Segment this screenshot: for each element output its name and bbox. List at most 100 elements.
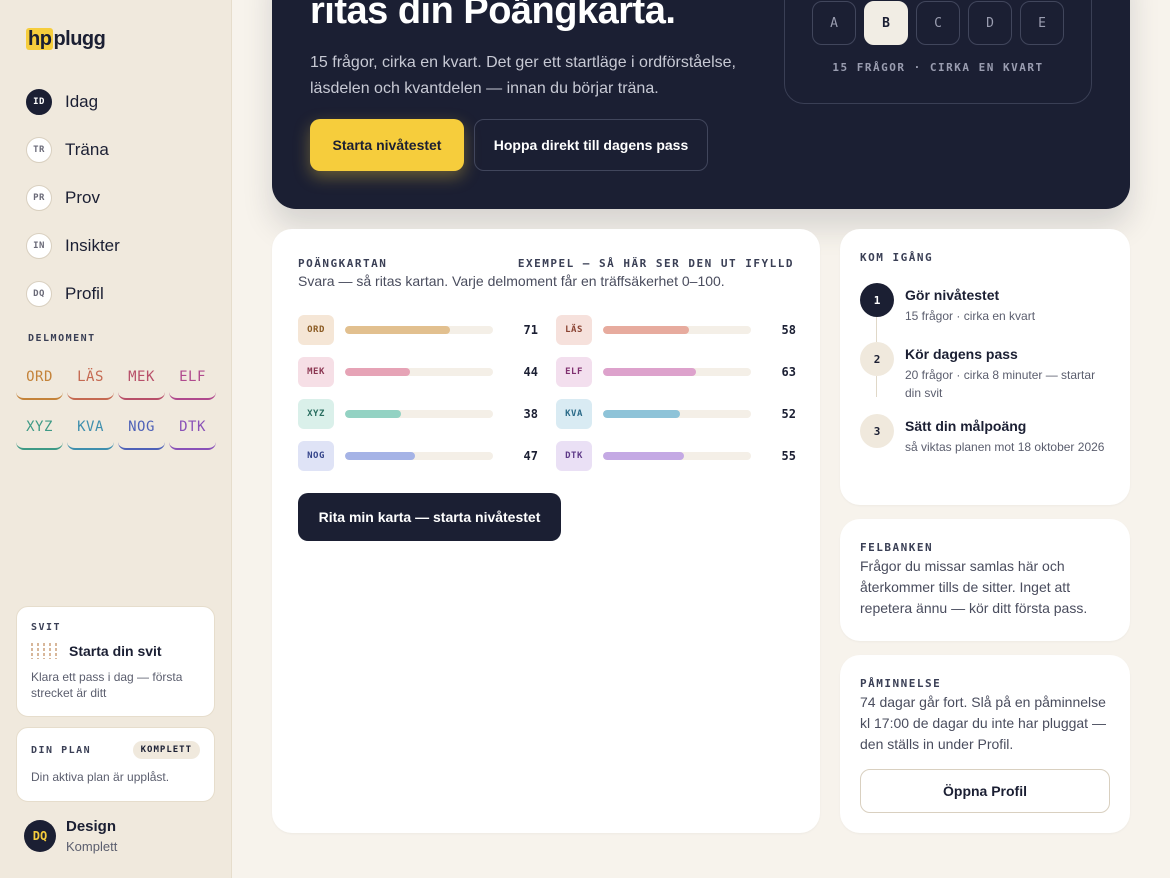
delmoment-chip-dtk[interactable]: DTK [169, 406, 216, 450]
streak-desc: Klara ett pass i dag — första strecket ä… [31, 670, 183, 700]
nav-label: Träna [65, 140, 109, 159]
steps-list: 1 Gör nivåtestet 15 frågor · cirka en kv… [860, 283, 1110, 456]
score-row: KVA 52 [556, 399, 796, 429]
score-map-description: Svara — så ritas kartan. Varje delmoment… [298, 273, 725, 289]
delmoment-chip-mek[interactable]: MEK [118, 356, 165, 400]
step-title: Gör nivåtestet [905, 287, 1000, 303]
step-item[interactable]: 3 Sätt din målpoäng så viktas planen mot… [860, 414, 1110, 456]
score-tag: NOG [298, 441, 334, 471]
delmoment-chips: ORD LÄS MEK ELF XYZ KVA NOG DTK [16, 356, 216, 450]
answer-option-b[interactable]: B [864, 1, 908, 45]
mistake-bank-text: Frågor du missar samlas här och återkomm… [860, 558, 1088, 616]
score-value: 44 [523, 365, 538, 379]
hero-description: 15 frågor, cirka en kvart. Det ger ett s… [310, 54, 736, 97]
user-profile[interactable]: DQ Design Komplett [24, 818, 117, 854]
score-bar-fill [603, 452, 685, 460]
score-row: LÄS 58 [556, 315, 796, 345]
streak-title: Starta din svit [69, 643, 162, 659]
answer-option-a[interactable]: A [812, 1, 856, 45]
score-tag: DTK [556, 441, 592, 471]
hero-title: ritas din Poängkarta. [310, 0, 676, 32]
get-started-kicker: KOM IGÅNG [860, 251, 934, 264]
nav-label: Idag [65, 92, 99, 111]
nav-badge-icon: ID [26, 89, 52, 115]
nav-badge-icon: DQ [26, 281, 52, 307]
start-level-test-button[interactable]: Starta nivåtestet [310, 119, 464, 171]
step-title: Kör dagens pass [905, 346, 1018, 362]
mistake-bank-kicker: FELBANKEN [860, 541, 934, 554]
score-bar-track [603, 326, 751, 334]
nav-badge-icon: TR [26, 137, 52, 163]
score-bar-fill [603, 410, 680, 418]
score-value: 63 [781, 365, 796, 379]
score-bar-fill [345, 326, 451, 334]
plan-kicker: DIN PLAN [31, 744, 92, 756]
step-number: 2 [860, 342, 894, 376]
nav-item-prov[interactable]: PR Prov [26, 174, 120, 222]
streak-ticks-icon [31, 643, 57, 659]
score-bar-fill [603, 368, 697, 376]
open-profile-button[interactable]: Öppna Profil [860, 769, 1110, 813]
score-value: 58 [781, 323, 796, 337]
nav-badge-icon: IN [26, 233, 52, 259]
main-nav: ID Idag TR Träna PR Prov IN Insikter DQ … [26, 78, 120, 318]
nav-item-idag[interactable]: ID Idag [26, 78, 120, 126]
sample-question-preview: A B C D E 15 FRÅGOR · CIRKA EN KVART [784, 0, 1092, 104]
score-tag: MEK [298, 357, 334, 387]
mistake-bank-card: FELBANKEN Frågor du missar samlas här oc… [840, 519, 1130, 641]
score-map-kicker: POÄNGKARTAN [298, 257, 388, 270]
step-number: 3 [860, 414, 894, 448]
score-bar-track [345, 326, 493, 334]
reminder-kicker: PÅMINNELSE [860, 677, 942, 690]
delmoment-chip-nog[interactable]: NOG [118, 406, 165, 450]
score-bar-track [345, 452, 493, 460]
step-number: 1 [860, 283, 894, 317]
step-sub: 20 frågor · cirka 8 minuter — startar di… [905, 368, 1096, 400]
score-row: NOG 47 [298, 441, 538, 471]
step-item[interactable]: 1 Gör nivåtestet 15 frågor · cirka en kv… [860, 283, 1110, 341]
score-row: XYZ 38 [298, 399, 538, 429]
score-tag: LÄS [556, 315, 592, 345]
user-name: Design [66, 818, 117, 835]
nav-label: Profil [65, 284, 104, 303]
delmoment-chip-ord[interactable]: ORD [16, 356, 63, 400]
plan-card: DIN PLAN KOMPLETT Din aktiva plan är upp… [16, 727, 215, 802]
draw-map-button[interactable]: Rita min karta — starta nivåtestet [298, 493, 561, 541]
score-value: 55 [781, 449, 796, 463]
score-bar-fill [345, 452, 415, 460]
delmoment-chip-elf[interactable]: ELF [169, 356, 216, 400]
score-bar-track [603, 452, 751, 460]
get-started-card: KOM IGÅNG 1 Gör nivåtestet 15 frågor · c… [840, 229, 1130, 505]
score-row: DTK 55 [556, 441, 796, 471]
score-bar-track [603, 368, 751, 376]
delmoment-chip-kva[interactable]: KVA [67, 406, 114, 450]
score-bar-fill [345, 410, 402, 418]
score-bars: ORD 71 LÄS 58 MEK 44 ELF 63 XYZ 38 KVA 52 NOG 47 DTK 55 [298, 315, 796, 471]
delmoment-chip-läs[interactable]: LÄS [67, 356, 114, 400]
step-sub: så viktas planen mot 18 oktober 2026 [905, 440, 1105, 454]
answer-option-c[interactable]: C [916, 1, 960, 45]
score-map-card: POÄNGKARTAN EXEMPEL — SÅ HÄR SER DEN UT … [272, 229, 820, 833]
score-value: 52 [781, 407, 796, 421]
answer-option-d[interactable]: D [968, 1, 1012, 45]
reminder-card: PÅMINNELSE 74 dagar går fort. Slå på en … [840, 655, 1130, 833]
score-value: 47 [523, 449, 538, 463]
plan-desc: Din aktiva plan är upplåst. [31, 770, 170, 784]
app-logo[interactable]: hp plugg [26, 28, 106, 51]
score-row: MEK 44 [298, 357, 538, 387]
nav-label: Prov [65, 188, 100, 207]
score-bar-fill [345, 368, 411, 376]
score-bar-track [345, 410, 493, 418]
nav-item-trana[interactable]: TR Träna [26, 126, 120, 174]
step-item[interactable]: 2 Kör dagens pass 20 frågor · cirka 8 mi… [860, 342, 1110, 402]
delmoment-title: DELMOMENT [28, 333, 96, 344]
streak-kicker: SVIT [31, 622, 62, 633]
nav-item-insikter[interactable]: IN Insikter [26, 222, 120, 270]
user-plan: Komplett [66, 839, 118, 854]
delmoment-chip-xyz[interactable]: XYZ [16, 406, 63, 450]
answer-option-e[interactable]: E [1020, 1, 1064, 45]
skip-to-daily-button[interactable]: Hoppa direkt till dagens pass [474, 119, 708, 171]
score-row: ORD 71 [298, 315, 538, 345]
nav-item-profil[interactable]: DQ Profil [26, 270, 120, 318]
score-tag: KVA [556, 399, 592, 429]
